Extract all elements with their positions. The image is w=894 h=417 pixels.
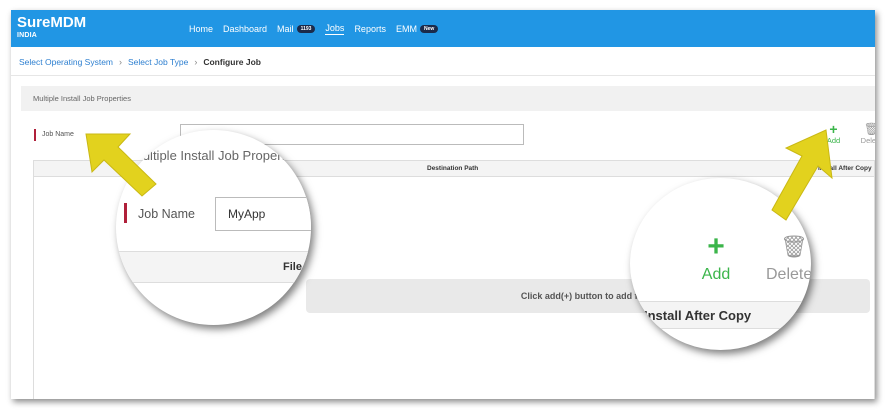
header-divider [11, 75, 875, 76]
nav-dashboard-label: Dashboard [223, 24, 268, 34]
delete-label: Delete [860, 136, 875, 145]
nav-jobs[interactable]: Jobs [325, 23, 345, 35]
nav-reports[interactable]: Reports [354, 23, 386, 35]
brand-logo[interactable]: SureMDM [17, 15, 86, 31]
new-badge: New [419, 25, 439, 33]
job-name-label: Job Name [42, 131, 74, 138]
nav-reports-label: Reports [354, 24, 386, 34]
required-marker [34, 129, 36, 141]
magnified-delete-button[interactable]: 🗑 Delete [766, 232, 811, 284]
chevron-right-icon: › [194, 57, 198, 67]
crumb-select-job-type[interactable]: Select Job Type [128, 57, 188, 67]
nav-mail[interactable]: Mail 1193 [277, 23, 316, 35]
arrow-left-icon [85, 133, 157, 197]
magnified-table-header: Install After Copy [630, 301, 811, 329]
magnified-install-after-copy: Install After Copy [644, 308, 752, 323]
main-nav: Home Dashboard Mail 1193 Jobs Reports EMM… [189, 23, 448, 35]
magnified-job-name-input[interactable]: MyApp [215, 197, 311, 231]
nav-jobs-label: Jobs [325, 23, 345, 33]
trash-icon: 🗑 [780, 234, 808, 259]
trash-icon: 🗑 [863, 122, 875, 136]
nav-home[interactable]: Home [189, 23, 213, 35]
magnified-job-name-label: Job Name [138, 207, 195, 221]
section-header: Multiple Install Job Properties [21, 86, 875, 111]
chevron-right-icon: › [119, 57, 123, 67]
nav-emm[interactable]: EMM New [395, 23, 439, 35]
magnified-table-header: File [116, 251, 311, 283]
delete-button[interactable]: 🗑 Delete [859, 122, 875, 145]
magnified-add-button[interactable]: + Add [692, 232, 740, 284]
plus-icon: + [707, 230, 725, 263]
arrow-right-icon [771, 129, 833, 221]
column-file: File [283, 261, 302, 273]
magnified-required-marker [124, 203, 127, 223]
crumb-select-os[interactable]: Select Operating System [19, 57, 113, 67]
nav-dashboard[interactable]: Dashboard [223, 23, 267, 35]
column-destination-path: Destination Path [427, 165, 479, 172]
nav-emm-label: EMM [395, 24, 417, 34]
crumb-configure-job: Configure Job [203, 57, 261, 67]
brand-region: INDIA [17, 32, 38, 39]
section-title: Multiple Install Job Properties [33, 94, 131, 103]
nav-home-label: Home [189, 24, 214, 34]
magnified-delete-label: Delete [766, 266, 811, 283]
magnified-add-label: Add [701, 266, 731, 283]
top-navbar: SureMDM INDIA Home Dashboard Mail 1193 Jo… [11, 10, 875, 47]
mail-count-badge: 1193 [296, 25, 316, 33]
nav-mail-label: Mail [277, 24, 294, 34]
breadcrumb: Select Operating System › Select Job Typ… [19, 57, 261, 67]
